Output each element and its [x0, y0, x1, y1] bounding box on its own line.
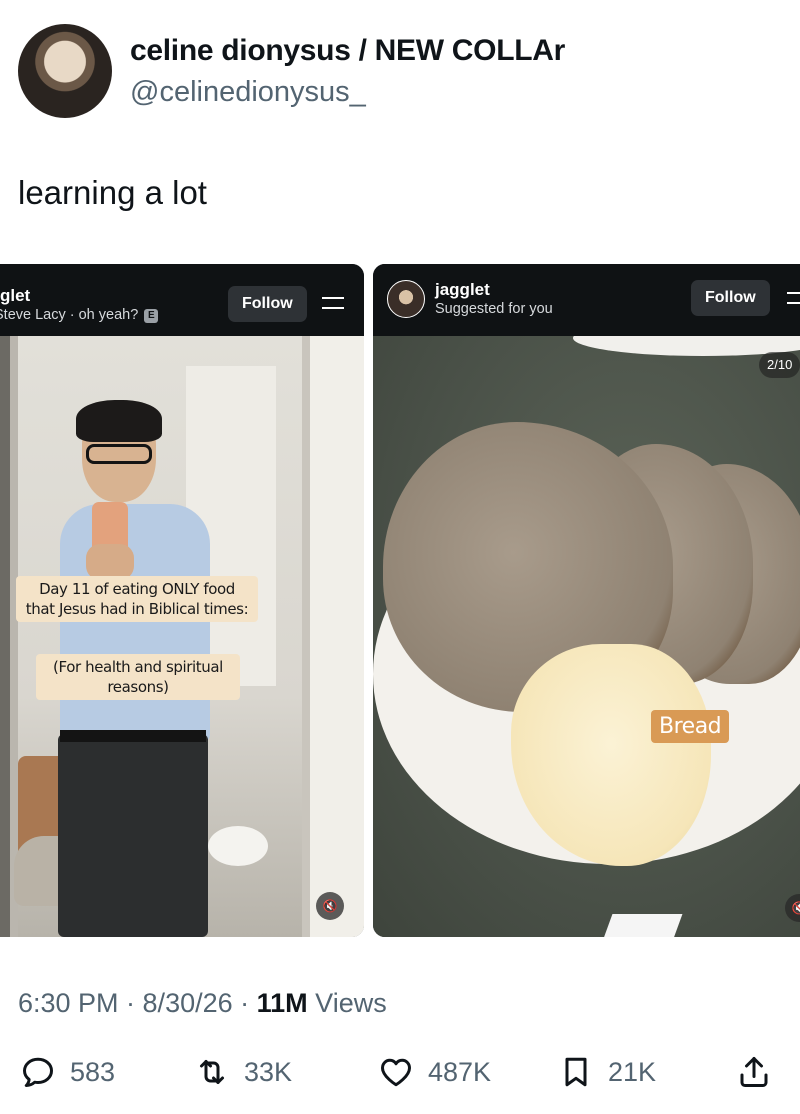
- tweet-text: learning a lot: [18, 174, 207, 211]
- views-count[interactable]: 11M: [257, 988, 308, 1018]
- author-handle[interactable]: @celinedionysus_: [130, 76, 366, 109]
- heart-icon: [381, 1058, 411, 1087]
- person-belt: [60, 730, 206, 742]
- media-left[interactable]: glet Steve Lacy · oh yeah? E Follow Day 1…: [0, 264, 364, 937]
- menu-icon[interactable]: [787, 292, 800, 306]
- bookmark-button[interactable]: 21K: [558, 1050, 656, 1094]
- repost-count: 33K: [244, 1056, 293, 1087]
- author-display-name[interactable]: celine dionysus / NEW COLLAr: [130, 34, 565, 68]
- mirror-selfie-image: Day 11 of eating ONLY food that Jesus ha…: [0, 336, 364, 937]
- share-icon: [740, 1057, 768, 1087]
- repost-icon: [200, 1060, 224, 1084]
- tweet-meta: 6:30 PM · 8/30/26 · 11M Views: [18, 988, 387, 1019]
- media-left-follow-button[interactable]: Follow: [228, 286, 307, 322]
- bread-butter-image: Bread 2/10 🔇: [373, 320, 800, 937]
- action-bar: 583 33K 487K 21K: [0, 1050, 800, 1100]
- views-label: Views: [307, 988, 387, 1018]
- side-table: [208, 826, 268, 866]
- bookmark-icon: [565, 1057, 587, 1087]
- bookmark-count: 21K: [608, 1056, 657, 1087]
- explicit-icon: E: [144, 309, 159, 323]
- like-button[interactable]: 487K: [378, 1050, 491, 1094]
- media-left-audio: Steve Lacy · oh yeah? E: [0, 307, 159, 323]
- like-count: 487K: [428, 1056, 492, 1087]
- media-right-header: jagglet Suggested for you Follow: [373, 264, 800, 336]
- media-right-subtitle: Suggested for you: [435, 301, 553, 317]
- glasses: [86, 444, 152, 464]
- person-pants: [58, 734, 208, 937]
- person-shirt: [60, 504, 210, 744]
- jagglet-avatar[interactable]: [387, 280, 425, 318]
- slide-counter: 2/10: [759, 352, 800, 378]
- reply-button[interactable]: 583: [20, 1050, 115, 1094]
- mute-icon[interactable]: 🔇: [316, 892, 344, 920]
- mute-icon[interactable]: 🔇: [785, 894, 800, 922]
- time-date: 6:30 PM · 8/30/26 ·: [18, 988, 257, 1018]
- napkin: [601, 914, 683, 937]
- media-right[interactable]: jagglet Suggested for you Follow Bread 2…: [373, 264, 800, 937]
- audio-label: Steve Lacy · oh yeah?: [0, 307, 139, 323]
- reply-icon: [23, 1057, 53, 1087]
- person-hair: [76, 400, 162, 442]
- caption-day-11: Day 11 of eating ONLY food that Jesus ha…: [16, 576, 258, 622]
- menu-icon[interactable]: [322, 297, 344, 311]
- media-right-account[interactable]: jagglet: [435, 280, 490, 300]
- caption-reasons: (For health and spiritual reasons): [36, 654, 240, 700]
- media-left-account[interactable]: glet: [0, 286, 30, 306]
- hand: [86, 544, 134, 580]
- repost-button[interactable]: 33K: [194, 1050, 292, 1094]
- media-left-header: glet Steve Lacy · oh yeah? E Follow: [0, 264, 364, 336]
- reply-count: 583: [70, 1056, 116, 1087]
- media-right-follow-button[interactable]: Follow: [691, 280, 770, 316]
- bread-tag: Bread: [651, 710, 730, 743]
- share-button[interactable]: [736, 1050, 772, 1094]
- author-avatar[interactable]: [18, 24, 112, 118]
- wall: [310, 336, 364, 937]
